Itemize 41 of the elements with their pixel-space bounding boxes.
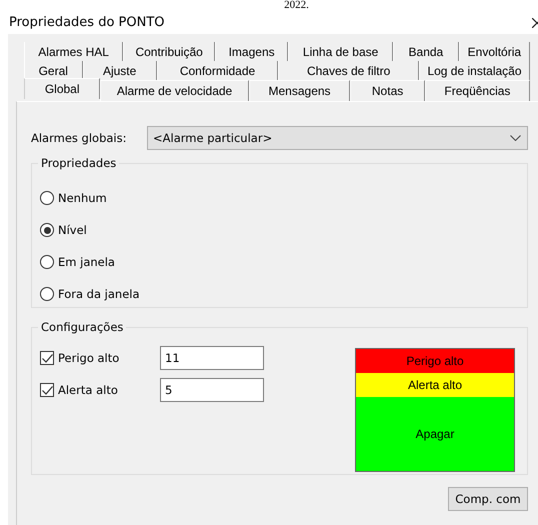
global-alarms-dropdown[interactable]: <Alarme particular> bbox=[147, 126, 528, 150]
checkbox-label[interactable]: Alerta alto bbox=[58, 383, 156, 397]
input-field[interactable]: 5 bbox=[160, 378, 264, 402]
alarm-zone: Perigo alto bbox=[356, 349, 514, 373]
checkbox[interactable] bbox=[40, 383, 54, 397]
tab[interactable]: Global bbox=[24, 78, 100, 99]
tab[interactable]: Alarmes HAL bbox=[24, 42, 124, 61]
alarm-zone: Alerta alto bbox=[356, 373, 514, 397]
window-title: Propriedades do PONTO bbox=[9, 15, 165, 30]
chevron-down-icon bbox=[510, 135, 521, 141]
tab[interactable]: Conformidade bbox=[156, 61, 278, 80]
field-label: Alarmes globais: bbox=[31, 131, 128, 145]
tab[interactable]: Log de instalação bbox=[419, 61, 530, 80]
tab[interactable]: Ajuste bbox=[82, 61, 157, 80]
tab[interactable]: Imagens bbox=[215, 42, 288, 61]
checkbox[interactable] bbox=[40, 351, 54, 365]
radio-label[interactable]: Nenhum bbox=[58, 191, 107, 205]
tab[interactable]: Freqüências bbox=[424, 80, 530, 101]
tab[interactable]: Banda bbox=[393, 42, 459, 61]
radio-button[interactable] bbox=[40, 191, 54, 205]
radio-label[interactable]: Fora da janela bbox=[58, 287, 140, 301]
tab[interactable]: Envoltória bbox=[458, 42, 530, 61]
radio-button[interactable] bbox=[40, 223, 54, 237]
radio-label[interactable]: Em janela bbox=[58, 255, 115, 269]
tab[interactable]: Mensagens bbox=[248, 80, 350, 101]
group-title: Propriedades bbox=[40, 156, 118, 170]
input-field[interactable]: 11 bbox=[160, 346, 264, 370]
tab[interactable]: Contribuição bbox=[123, 42, 216, 61]
caption-fragment: 2022. bbox=[283, 0, 310, 11]
tab[interactable]: Linha de base bbox=[288, 42, 394, 61]
radio-button[interactable] bbox=[40, 255, 54, 269]
radio-label[interactable]: Nível bbox=[58, 223, 87, 237]
radio-button[interactable] bbox=[40, 287, 54, 301]
tab[interactable]: Alarme de velocidade bbox=[100, 80, 249, 101]
compare-button[interactable]: Comp. com bbox=[448, 487, 528, 511]
alarm-zone: Apagar bbox=[356, 397, 514, 471]
tab[interactable]: Chaves de filtro bbox=[278, 61, 419, 80]
close-icon[interactable] bbox=[532, 18, 538, 28]
tab[interactable]: Notas bbox=[350, 80, 425, 101]
group-title: Configurações bbox=[40, 320, 124, 334]
checkbox-label[interactable]: Perigo alto bbox=[58, 351, 156, 365]
